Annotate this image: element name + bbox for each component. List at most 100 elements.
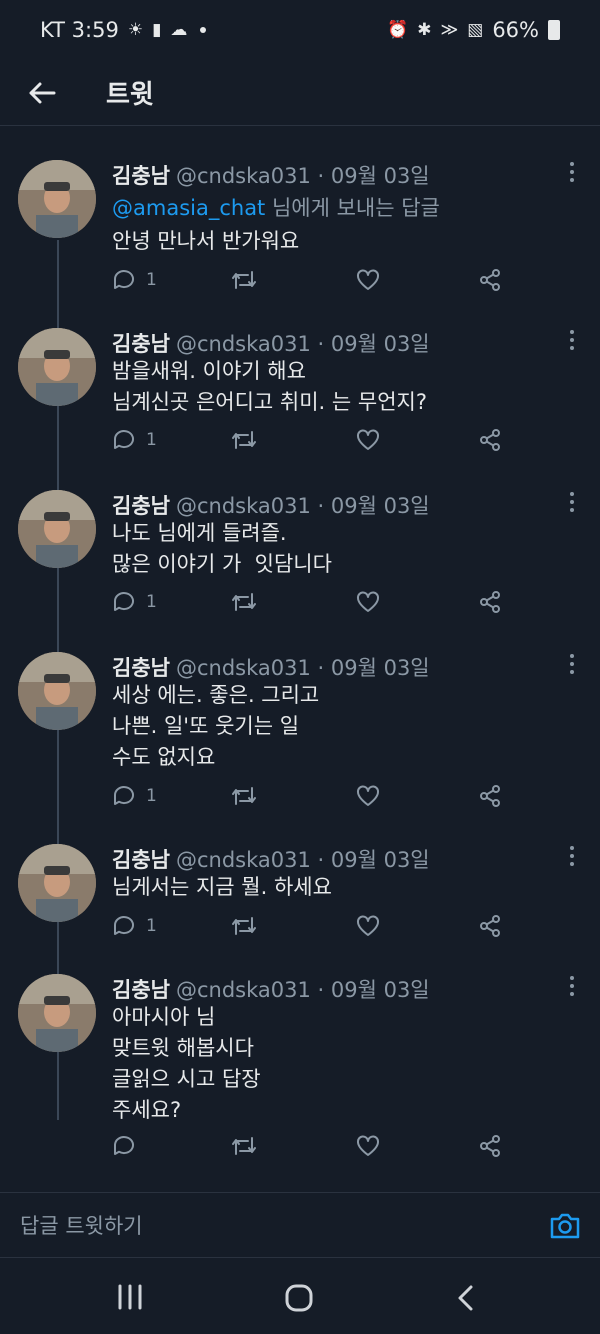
author-name[interactable]: 김충남 (112, 848, 170, 872)
reply-button[interactable]: 1 (112, 428, 157, 452)
reply-count: 1 (146, 786, 157, 806)
author-name[interactable]: 김충남 (112, 978, 170, 1002)
more-options-button[interactable] (568, 976, 576, 998)
retweet-button[interactable] (230, 590, 258, 614)
share-button[interactable] (478, 268, 502, 292)
tweet[interactable]: 김충남 @cndska031 · 09월 03일 아마시아 님 맞트윗 해봅시다 … (0, 966, 600, 1186)
avatar[interactable] (18, 844, 96, 922)
tweet[interactable]: 김충남 @cndska031 · 09월 03일 밤을새워. 이야기 해요 님계신… (0, 320, 600, 482)
battery-level: 66% (492, 18, 539, 42)
tweet[interactable]: 김충남 @cndska031 · 09월 03일 님게서는 지금 뭘. 하세요 1 (0, 836, 600, 966)
system-back-button[interactable] (456, 1284, 476, 1316)
like-button[interactable] (356, 784, 380, 808)
share-button[interactable] (478, 784, 502, 808)
author-handle-date: @cndska031 · 09월 03일 (175, 494, 430, 518)
like-icon (357, 785, 379, 806)
retweet-button[interactable] (230, 268, 258, 292)
reply-button[interactable]: 1 (112, 784, 157, 808)
tweet-text: 안녕 만나서 반가워요 (112, 229, 300, 253)
retweet-icon (232, 917, 256, 935)
author-handle-date: @cndska031 · 09월 03일 (175, 656, 430, 680)
tweet[interactable]: 김충남 @cndska031 · 09월 03일 나도 님에게 들려즐. 많은 이… (0, 482, 600, 644)
retweet-button[interactable] (230, 1134, 258, 1158)
reply-button[interactable]: 1 (112, 914, 157, 938)
camera-button[interactable] (548, 1209, 582, 1243)
author-name[interactable]: 김충남 (112, 332, 170, 356)
author-handle-date: @cndska031 · 09월 03일 (175, 332, 430, 356)
like-button[interactable] (356, 590, 380, 614)
like-button[interactable] (356, 914, 380, 938)
share-icon (480, 1135, 500, 1157)
tweet-header: 김충남 @cndska031 · 09월 03일 (112, 490, 430, 520)
status-bar-right: ⏰ ✱ ≫ ▧ 66% (387, 18, 560, 42)
status-bar: KT 3:59 ☀ ▮ ☁ ⏰ ✱ ≫ ▧ 66% (0, 0, 600, 60)
home-button[interactable] (284, 1284, 314, 1316)
tweet[interactable]: 김충남 @cndska031 · 09월 03일 @amasia_chat 님에게… (0, 140, 600, 320)
more-options-button[interactable] (568, 492, 576, 514)
more-options-button[interactable] (568, 846, 576, 868)
author-name[interactable]: 김충남 (112, 656, 170, 680)
share-icon (480, 269, 500, 291)
share-icon (480, 915, 500, 937)
more-options-button[interactable] (568, 330, 576, 352)
like-button[interactable] (356, 268, 380, 292)
wifi-icon: ≫ (440, 19, 459, 40)
tweet-actions: 1 (112, 914, 562, 944)
bluetooth-icon: ✱ (417, 19, 432, 40)
nav-back-icon (458, 1285, 473, 1311)
author-name[interactable]: 김충남 (112, 494, 170, 518)
tweet-text: 밤을새워. 이야기 해요 님계신곳 은어디고 취미. 는 무언지? (112, 359, 428, 414)
reply-button[interactable]: 1 (112, 268, 157, 292)
reply-count: 1 (146, 592, 157, 612)
reply-input[interactable]: 답글 트윗하기 (20, 1210, 143, 1240)
back-button[interactable] (28, 79, 56, 107)
reply-icon (114, 916, 134, 935)
tweet-header: 김충남 @cndska031 · 09월 03일 (112, 652, 430, 682)
like-icon (357, 269, 379, 290)
home-icon (285, 1284, 313, 1312)
more-options-button[interactable] (568, 654, 576, 676)
author-handle-date: @cndska031 · 09월 03일 (175, 978, 430, 1002)
avatar[interactable] (18, 160, 96, 238)
reply-button[interactable]: 1 (112, 590, 157, 614)
tweet-header: 김충남 @cndska031 · 09월 03일 (112, 328, 430, 358)
like-icon (357, 591, 379, 612)
alarm-icon: ⏰ (387, 19, 409, 40)
retweet-button[interactable] (230, 784, 258, 808)
author-name[interactable]: 김충남 (112, 164, 170, 188)
reply-button[interactable] (112, 1134, 146, 1158)
reply-icon (114, 270, 134, 289)
avatar[interactable] (18, 652, 96, 730)
recents-button[interactable] (116, 1284, 144, 1314)
tweet-header: 김충남 @cndska031 · 09월 03일 (112, 844, 430, 874)
author-handle-date: @cndska031 · 09월 03일 (175, 164, 430, 188)
share-icon (480, 591, 500, 613)
more-notifications-icon (200, 27, 207, 33)
weather-icon: ☁ (170, 19, 188, 40)
share-button[interactable] (478, 914, 502, 938)
share-button[interactable] (478, 1134, 502, 1158)
retweet-icon (232, 271, 256, 289)
more-options-button[interactable] (568, 162, 576, 184)
retweet-button[interactable] (230, 914, 258, 938)
tweet-text: 세상 에는. 좋은. 그리고 나쁜. 일'또 웃기는 일 수도 없지요 (112, 683, 320, 769)
status-bar-left: KT 3:59 ☀ ▮ ☁ (40, 18, 207, 42)
retweet-icon (232, 431, 256, 449)
reply-count: 1 (146, 270, 157, 290)
tweet-actions: 1 (112, 268, 562, 298)
like-icon (357, 1135, 379, 1156)
camera-icon (550, 1213, 580, 1239)
avatar[interactable] (18, 974, 96, 1052)
avatar[interactable] (18, 490, 96, 568)
share-button[interactable] (478, 590, 502, 614)
reply-composer[interactable]: 답글 트윗하기 (0, 1192, 600, 1258)
tweet[interactable]: 김충남 @cndska031 · 09월 03일 세상 에는. 좋은. 그리고 나… (0, 644, 600, 836)
like-button[interactable] (356, 428, 380, 452)
retweet-button[interactable] (230, 428, 258, 452)
share-button[interactable] (478, 428, 502, 452)
tweet-header: 김충남 @cndska031 · 09월 03일 (112, 974, 430, 1004)
mention-link[interactable]: @amasia_chat (112, 196, 265, 220)
avatar[interactable] (18, 328, 96, 406)
like-button[interactable] (356, 1134, 380, 1158)
reply-icon (114, 592, 134, 611)
